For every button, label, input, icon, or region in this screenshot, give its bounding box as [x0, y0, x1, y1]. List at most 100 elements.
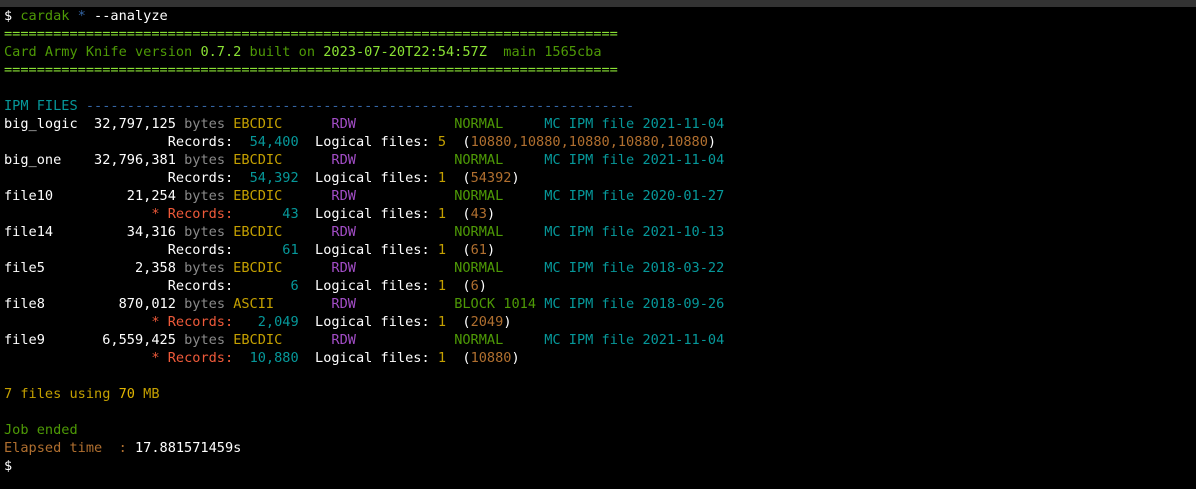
file-format: RDW [331, 188, 356, 204]
final-prompt: $ [4, 457, 1196, 475]
file-blocking: NORMAL [454, 332, 504, 348]
file-size: 21,254 [126, 188, 176, 204]
section-rule: ----------------------------------------… [85, 98, 635, 114]
records-label: Records: [167, 134, 234, 150]
file-size: 2,358 [134, 260, 176, 276]
final-prompt-sign: $ [4, 458, 13, 474]
file-date: 2020-01-27 [642, 188, 725, 204]
branch-name: main [503, 44, 537, 60]
banner-rule-top: ========================================… [4, 26, 618, 42]
build-timestamp: 2023-07-20T22:54:57Z [323, 44, 487, 60]
file-size: 870,012 [118, 296, 176, 312]
file-detail-row: Records: 61 Logical files: 1 (61) [4, 241, 1196, 259]
file-row: file9 6,559,425 bytes EBCDIC RDW NORMAL … [4, 331, 1196, 349]
file-encoding: EBCDIC [233, 224, 283, 240]
logical-detail-values: 43 [470, 206, 487, 222]
elapsed-label: Elapsed time : [4, 440, 127, 456]
terminal-output[interactable]: $ cardak * --analyze ===================… [0, 7, 1196, 475]
file-type: MC IPM file [544, 260, 635, 276]
job-ended: Job ended [4, 422, 78, 438]
file-name: file9 [4, 332, 45, 348]
logical-count: 1 [437, 278, 446, 294]
file-row: file8 870,012 bytes ASCII RDW BLOCK 1014… [4, 295, 1196, 313]
prompt-sign: $ [4, 8, 13, 24]
bytes-label: bytes [184, 152, 225, 168]
record-count: 2,049 [257, 314, 299, 330]
file-encoding: EBCDIC [233, 188, 283, 204]
summary-line: 7 files using 70 MB [4, 385, 1196, 403]
logical-detail-values: 6 [470, 278, 479, 294]
version-label: version [134, 44, 193, 60]
file-name: file5 [4, 260, 45, 276]
file-date: 2021-11-04 [642, 152, 725, 168]
logical-files-label: Logical files: [315, 206, 430, 222]
file-list: big_logic 32,797,125 bytes EBCDIC RDW NO… [4, 115, 1196, 367]
record-count: 54,400 [249, 134, 299, 150]
warning-icon: * [151, 350, 160, 366]
bytes-label: bytes [184, 260, 225, 276]
file-format: RDW [331, 152, 356, 168]
records-label: Records: [167, 278, 234, 294]
file-detail-row: * Records: 10,880 Logical files: 1 (1088… [4, 349, 1196, 367]
file-row: big_logic 32,797,125 bytes EBCDIC RDW NO… [4, 115, 1196, 133]
logical-count: 1 [437, 314, 446, 330]
file-size: 6,559,425 [102, 332, 176, 348]
file-date: 2021-11-04 [642, 116, 725, 132]
command-flag: --analyze [94, 8, 168, 24]
file-type: MC IPM file [544, 116, 635, 132]
file-size: 32,796,381 [94, 152, 176, 168]
file-row: file5 2,358 bytes EBCDIC RDW NORMAL MC I… [4, 259, 1196, 277]
file-name: file10 [4, 188, 54, 204]
title-bar [0, 0, 1196, 7]
logical-detail: (10880,10880,10880,10880,10880) [462, 134, 717, 150]
file-date: 2021-11-04 [642, 332, 725, 348]
record-count: 61 [282, 242, 299, 258]
banner-version-line: Card Army Knife version 0.7.2 built on 2… [4, 43, 1196, 61]
product-name: Card Army Knife [4, 44, 127, 60]
logical-count: 5 [437, 134, 446, 150]
file-detail-row: * Records: 43 Logical files: 1 (43) [4, 205, 1196, 223]
file-blocking: NORMAL [454, 260, 504, 276]
file-detail-row: Records: 54,400 Logical files: 5 (10880,… [4, 133, 1196, 151]
file-format: RDW [331, 332, 356, 348]
section-header: IPM FILES ------------------------------… [4, 97, 1196, 115]
file-name: big_logic [4, 116, 78, 132]
file-type: MC IPM file [544, 188, 635, 204]
file-blocking: BLOCK 1014 [454, 296, 537, 312]
file-format: RDW [331, 116, 356, 132]
record-count: 43 [282, 206, 299, 222]
file-size: 32,797,125 [94, 116, 176, 132]
command-name: cardak [20, 8, 70, 24]
logical-detail: (2049) [462, 314, 512, 330]
file-row: file14 34,316 bytes EBCDIC RDW NORMAL MC… [4, 223, 1196, 241]
file-type: MC IPM file [544, 152, 635, 168]
version-number: 0.7.2 [200, 44, 242, 60]
bytes-label: bytes [184, 188, 225, 204]
logical-files-label: Logical files: [315, 314, 430, 330]
file-blocking: NORMAL [454, 188, 504, 204]
summary-size: 70 [118, 386, 135, 402]
logical-detail: (54392) [462, 170, 520, 186]
file-blocking: NORMAL [454, 224, 504, 240]
bytes-label: bytes [184, 332, 225, 348]
file-date: 2018-09-26 [642, 296, 725, 312]
logical-detail: (10880) [462, 350, 520, 366]
file-type: MC IPM file [544, 296, 635, 312]
file-format: RDW [331, 260, 356, 276]
file-format: RDW [331, 224, 356, 240]
elapsed-value: 17.881571459s [134, 440, 242, 456]
logical-count: 1 [437, 242, 446, 258]
section-title: IPM FILES [4, 98, 78, 114]
file-detail-row: * Records: 2,049 Logical files: 1 (2049) [4, 313, 1196, 331]
file-name: file14 [4, 224, 54, 240]
records-label: Records: [167, 206, 234, 222]
logical-count: 1 [437, 170, 446, 186]
file-type: MC IPM file [544, 224, 635, 240]
logical-files-label: Logical files: [315, 170, 430, 186]
logical-detail: (6) [462, 278, 487, 294]
file-size: 34,316 [126, 224, 176, 240]
file-type: MC IPM file [544, 332, 635, 348]
built-label: built on [249, 44, 316, 60]
